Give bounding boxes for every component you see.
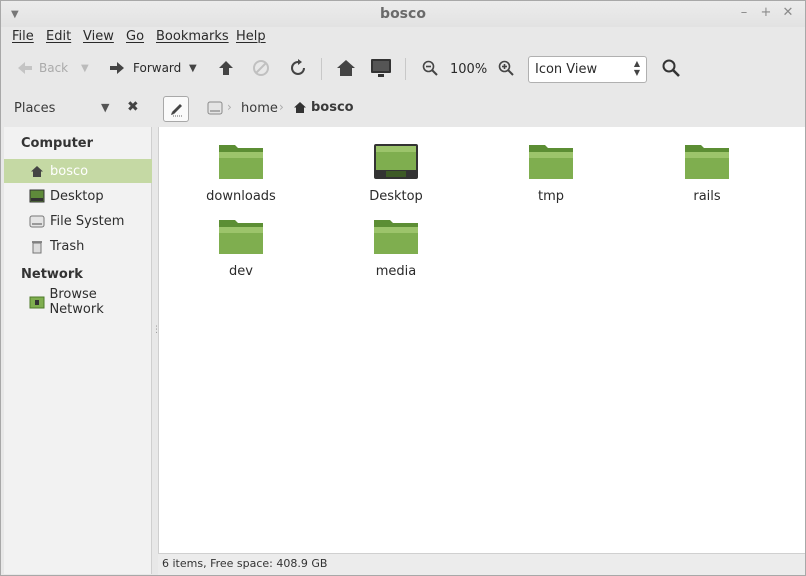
back-history-chevron-icon[interactable]: ▼ bbox=[81, 63, 89, 74]
back-arrow-icon bbox=[18, 62, 32, 74]
menu-bookmarks[interactable]: Bookmarks bbox=[156, 29, 229, 44]
reload-icon[interactable] bbox=[289, 59, 307, 77]
location-bar bbox=[1, 91, 805, 127]
desktop-folder-icon bbox=[374, 144, 418, 179]
sidebar-item-label: Trash bbox=[50, 238, 85, 254]
sidebar-item-label: Desktop bbox=[50, 188, 104, 204]
folder-name: tmp bbox=[537, 189, 564, 204]
folder-name: dev bbox=[229, 264, 253, 279]
pencil-icon bbox=[171, 104, 182, 117]
sidebar-item-browse-network[interactable]: Browse Network bbox=[4, 287, 152, 317]
forward-label: Forward bbox=[133, 61, 182, 75]
home-icon[interactable] bbox=[336, 59, 356, 77]
breadcrumb-current[interactable]: bosco bbox=[293, 100, 354, 115]
menu-file[interactable]: File bbox=[12, 29, 34, 44]
folder-item[interactable]: tmp bbox=[496, 141, 606, 204]
home-icon bbox=[294, 102, 306, 113]
folder-item[interactable]: Desktop bbox=[341, 141, 451, 204]
minimize-icon[interactable]: – bbox=[736, 5, 752, 20]
sidebar-item-bosco[interactable]: bosco bbox=[4, 159, 152, 183]
zoom-level: 100% bbox=[450, 62, 488, 77]
file-view: downloads Desktop tmp rails dev media bbox=[158, 127, 805, 553]
menu-go[interactable]: Go bbox=[126, 29, 144, 44]
breadcrumb-separator: › bbox=[279, 100, 284, 114]
file-manager-window: ▼ bosco – + ✕ File Edit View Go Bookmark… bbox=[0, 0, 806, 576]
menu-view[interactable]: View bbox=[83, 29, 114, 44]
menu-bar: File Edit View Go Bookmarks Help bbox=[1, 27, 805, 47]
sidebar-item-label: Browse Network bbox=[49, 287, 104, 317]
toolbar-separator bbox=[321, 58, 322, 80]
computer-icon[interactable] bbox=[370, 58, 392, 78]
places-dropdown-icon[interactable]: ▼ bbox=[101, 101, 109, 114]
sidebar-item-file-system[interactable]: File System bbox=[4, 209, 152, 233]
folder-icon bbox=[529, 145, 573, 179]
sidebar-item-label: File System bbox=[50, 213, 125, 229]
filesystem-drive-icon[interactable] bbox=[206, 99, 224, 117]
maximize-icon[interactable]: + bbox=[758, 5, 774, 20]
sidebar-heading-computer: Computer bbox=[21, 136, 94, 151]
breadcrumb-current-label: bosco bbox=[311, 100, 354, 115]
status-bar: 6 items, Free space: 408.9 GB bbox=[158, 553, 805, 575]
folder-name: downloads bbox=[206, 189, 276, 204]
toolbar-separator bbox=[405, 58, 406, 80]
window-title: bosco bbox=[380, 6, 426, 22]
title-bar: ▼ bosco – + ✕ bbox=[1, 1, 805, 27]
view-mode-select[interactable]: Icon View ▲ ▼ bbox=[528, 56, 647, 83]
forward-button[interactable]: Forward bbox=[109, 61, 181, 75]
view-mode-value: Icon View bbox=[535, 62, 598, 77]
breadcrumb-home[interactable]: home bbox=[241, 101, 278, 116]
folder-item[interactable]: downloads bbox=[186, 141, 296, 204]
menu-edit[interactable]: Edit bbox=[46, 29, 71, 44]
close-sidebar-icon[interactable]: ✖ bbox=[127, 99, 139, 115]
folder-name: media bbox=[375, 264, 417, 279]
folder-item[interactable]: dev bbox=[186, 216, 296, 279]
folder-name: rails bbox=[693, 189, 721, 204]
places-header: Places bbox=[14, 101, 56, 116]
folder-item[interactable]: rails bbox=[652, 141, 762, 204]
folder-name: Desktop bbox=[369, 189, 423, 204]
home-icon bbox=[31, 165, 43, 177]
select-updown-icon: ▲ ▼ bbox=[633, 59, 640, 77]
sidebar-item-desktop[interactable]: Desktop bbox=[4, 184, 152, 208]
forward-arrow-icon bbox=[110, 62, 124, 74]
up-arrow-icon[interactable] bbox=[218, 60, 234, 76]
menu-help[interactable]: Help bbox=[236, 29, 266, 44]
folder-icon bbox=[374, 220, 418, 254]
close-icon[interactable]: ✕ bbox=[780, 5, 796, 20]
desktop-icon bbox=[29, 189, 45, 203]
folder-icon bbox=[219, 220, 263, 254]
forward-history-chevron-icon[interactable]: ▼ bbox=[189, 63, 197, 74]
search-icon[interactable] bbox=[662, 59, 680, 77]
back-label: Back bbox=[39, 61, 69, 75]
filesystem-drive-icon bbox=[29, 215, 45, 228]
stop-icon[interactable] bbox=[252, 59, 270, 77]
network-folder-icon bbox=[29, 296, 45, 309]
toggle-location-entry-button[interactable] bbox=[163, 96, 189, 122]
sidebar-item-label: bosco bbox=[50, 163, 89, 179]
sidebar-item-trash[interactable]: Trash bbox=[4, 234, 152, 258]
back-button[interactable]: Back bbox=[17, 61, 68, 75]
status-text: 6 items, Free space: 408.9 GB bbox=[162, 557, 328, 570]
places-sidebar: Computer bosco Desktop File System Trash… bbox=[4, 127, 152, 574]
folder-icon bbox=[685, 145, 729, 179]
sidebar-heading-network: Network bbox=[21, 267, 83, 282]
folder-item[interactable]: media bbox=[341, 216, 451, 279]
folder-icon bbox=[219, 145, 263, 179]
breadcrumb-separator: › bbox=[227, 100, 232, 114]
zoom-out-icon[interactable] bbox=[422, 60, 438, 76]
zoom-in-icon[interactable] bbox=[498, 60, 514, 76]
trash-icon bbox=[32, 240, 42, 253]
